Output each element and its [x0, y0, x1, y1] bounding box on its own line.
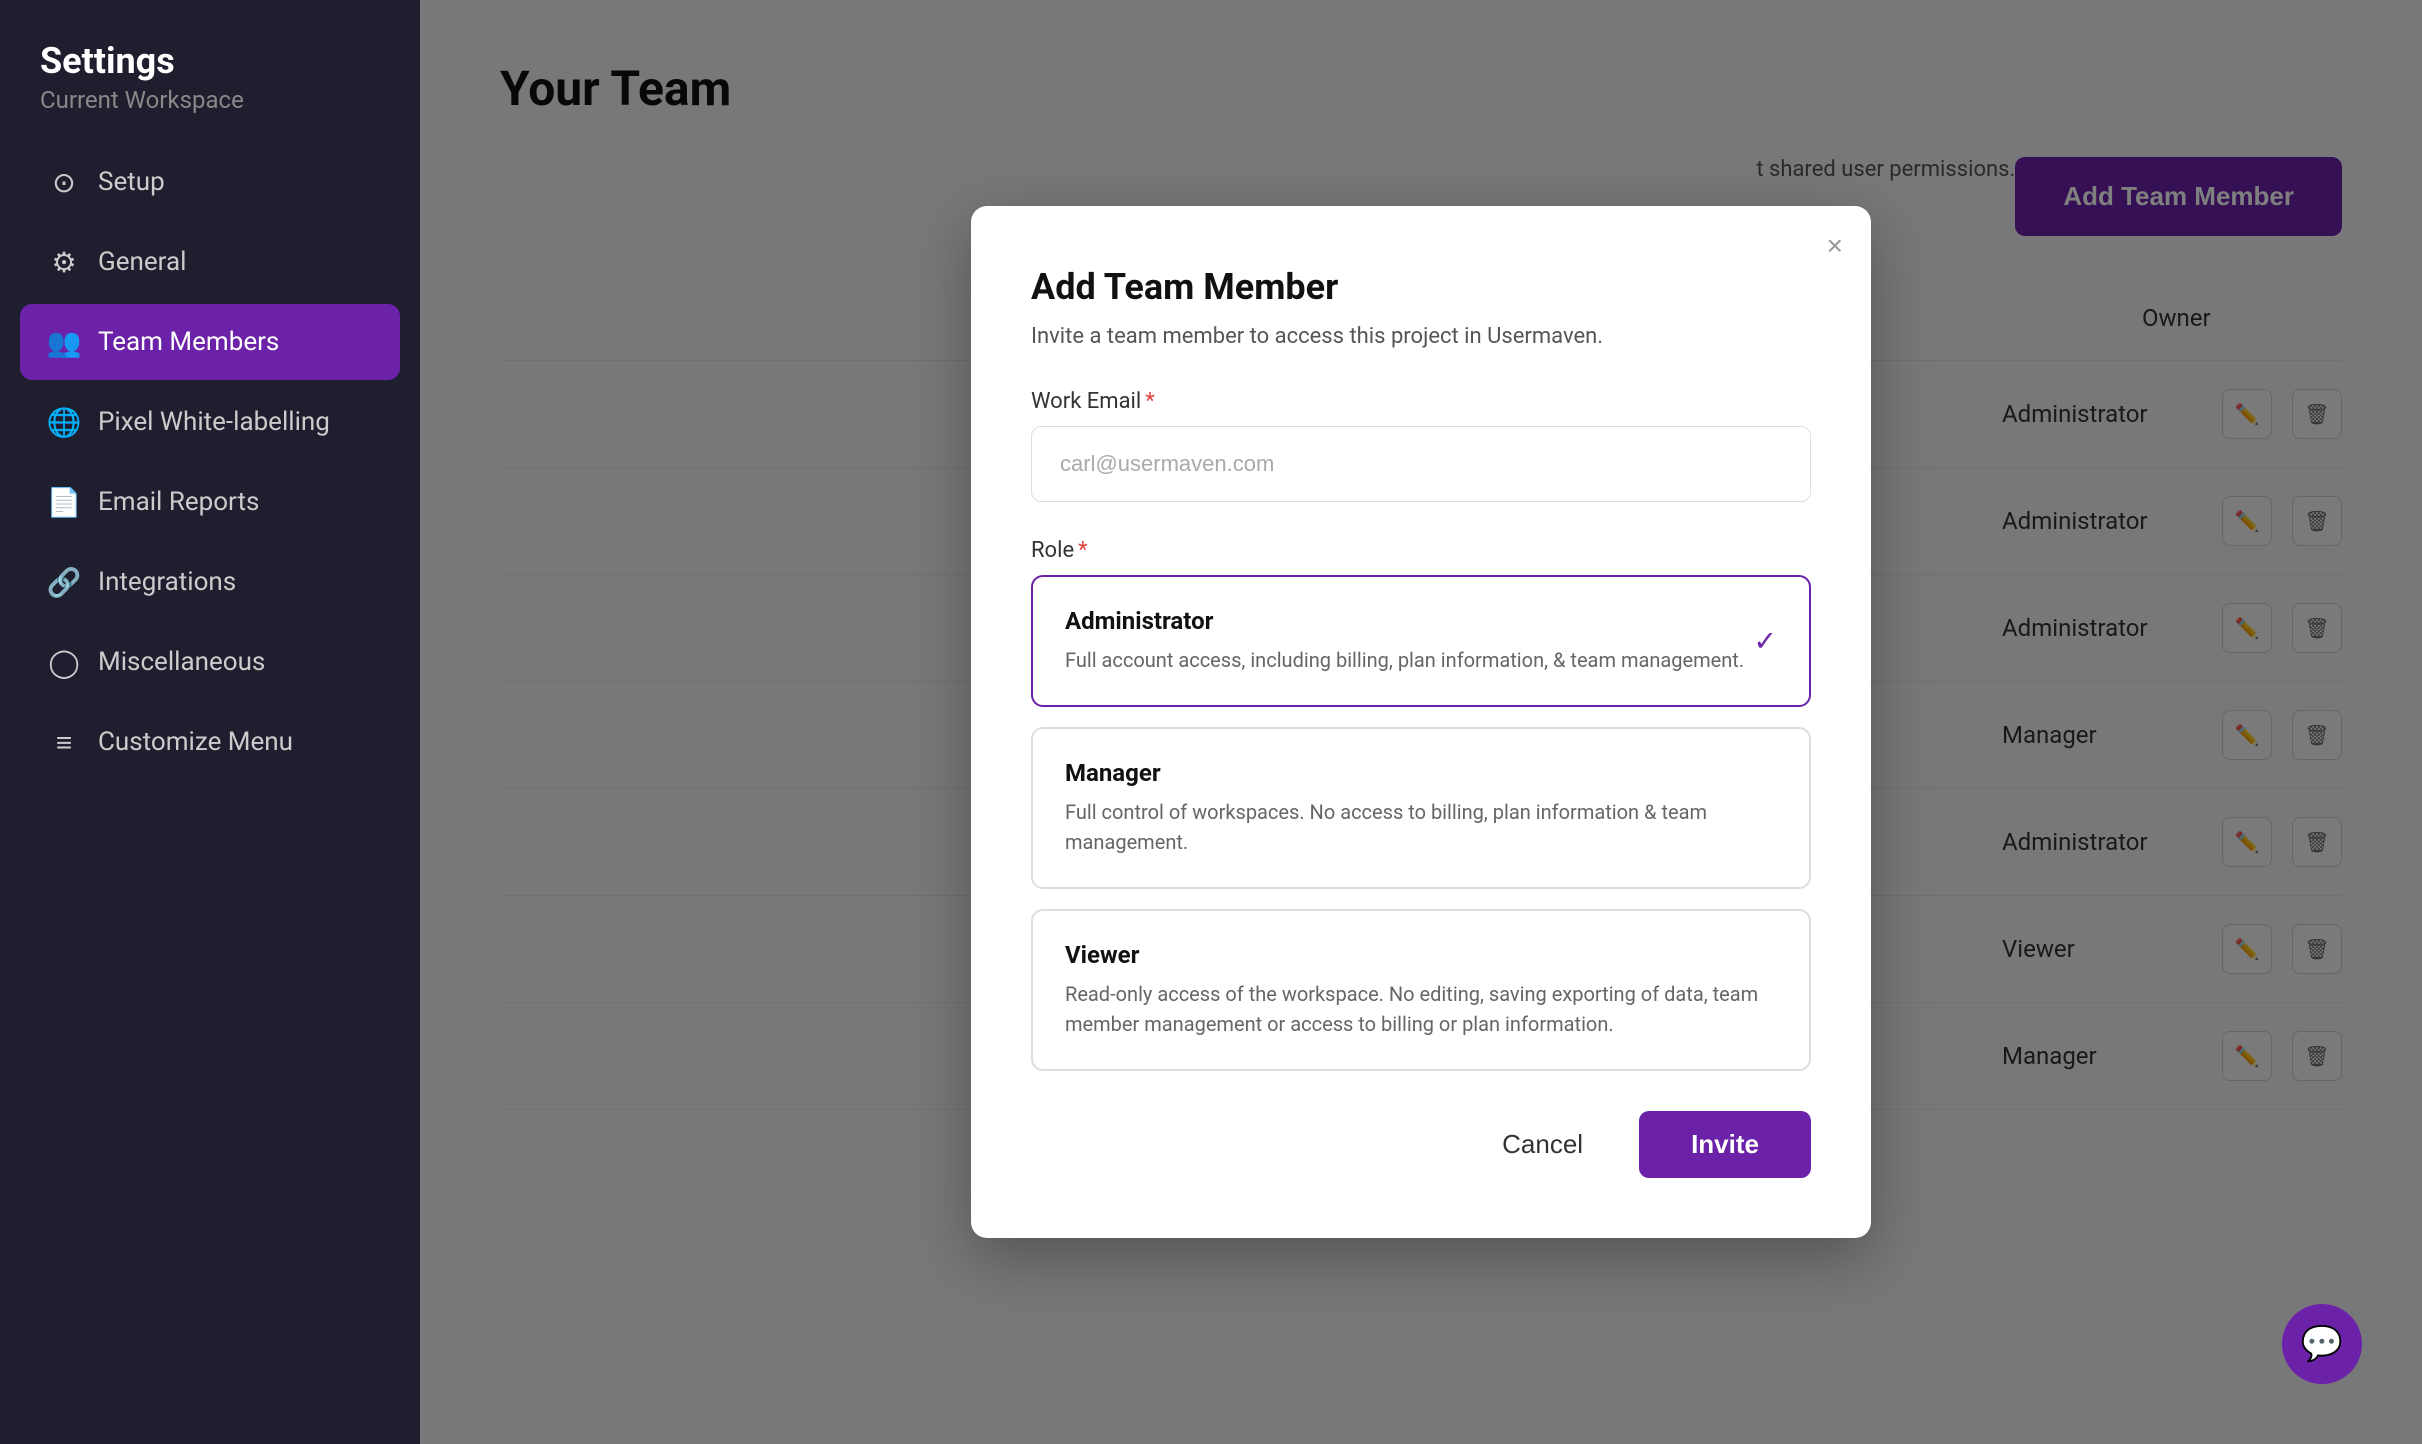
cancel-button[interactable]: Cancel	[1466, 1111, 1619, 1178]
sidebar-item-general[interactable]: ⚙ General	[20, 224, 400, 300]
dialog-title: Add Team Member	[1031, 266, 1811, 308]
sidebar-item-customize-menu[interactable]: ≡ Customize Menu	[20, 704, 400, 780]
work-email-label: Work Email*	[1031, 389, 1811, 414]
sidebar-item-integrations[interactable]: 🔗 Integrations	[20, 544, 400, 620]
sidebar-item-email-reports[interactable]: 📄 Email Reports	[20, 464, 400, 540]
main-content: Your Team t shared user permissions. Add…	[420, 0, 2422, 1444]
integrations-icon: 🔗	[48, 566, 80, 598]
team-members-icon: 👥	[48, 326, 80, 358]
sidebar-item-miscellaneous[interactable]: ◯ Miscellaneous	[20, 624, 400, 700]
role-title: Manager	[1065, 759, 1777, 787]
customize-menu-icon: ≡	[48, 726, 80, 758]
role-label-heading: Role*	[1031, 538, 1811, 563]
pixel-icon: 🌐	[48, 406, 80, 438]
sidebar-item-label: Customize Menu	[98, 727, 293, 757]
chat-icon: 💬	[2301, 1324, 2343, 1364]
email-reports-icon: 📄	[48, 486, 80, 518]
invite-button[interactable]: Invite	[1639, 1111, 1811, 1178]
sidebar-item-setup[interactable]: ⊙ Setup	[20, 144, 400, 220]
role-option-administrator[interactable]: Administrator Full account access, inclu…	[1031, 575, 1811, 707]
sidebar: Settings Current Workspace ⊙ Setup ⚙ Gen…	[0, 0, 420, 1444]
sidebar-item-pixel-whitelabelling[interactable]: 🌐 Pixel White-labelling	[20, 384, 400, 460]
chat-bubble-button[interactable]: 💬	[2282, 1304, 2362, 1384]
role-section: Role* Administrator Full account access,…	[1031, 538, 1811, 1071]
sidebar-item-label: Team Members	[98, 327, 279, 357]
sidebar-item-label: Integrations	[98, 567, 236, 597]
role-option-manager[interactable]: Manager Full control of workspaces. No a…	[1031, 727, 1811, 889]
general-icon: ⚙	[48, 246, 80, 278]
role-title: Viewer	[1065, 941, 1777, 969]
role-option-viewer[interactable]: Viewer Read-only access of the workspace…	[1031, 909, 1811, 1071]
sidebar-item-label: Miscellaneous	[98, 647, 265, 677]
role-description: Read-only access of the workspace. No ed…	[1065, 979, 1777, 1039]
role-title: Administrator	[1065, 607, 1777, 635]
dialog-subtitle: Invite a team member to access this proj…	[1031, 324, 1811, 349]
dialog-close-button[interactable]: ×	[1827, 230, 1843, 262]
sidebar-title: Settings	[40, 40, 380, 82]
sidebar-subtitle: Current Workspace	[40, 86, 380, 114]
work-email-input[interactable]	[1031, 426, 1811, 502]
sidebar-item-team-members[interactable]: 👥 Team Members	[20, 304, 400, 380]
miscellaneous-icon: ◯	[48, 646, 80, 678]
role-description: Full account access, including billing, …	[1065, 645, 1777, 675]
checkmark-icon: ✓	[1754, 625, 1777, 658]
setup-icon: ⊙	[48, 166, 80, 198]
dialog-footer: Cancel Invite	[1031, 1111, 1811, 1178]
add-team-member-dialog: × Add Team Member Invite a team member t…	[971, 206, 1871, 1238]
sidebar-header: Settings Current Workspace	[20, 40, 400, 144]
role-description: Full control of workspaces. No access to…	[1065, 797, 1777, 857]
sidebar-item-label: Setup	[98, 167, 165, 197]
sidebar-item-label: General	[98, 247, 186, 277]
sidebar-item-label: Email Reports	[98, 487, 259, 517]
sidebar-item-label: Pixel White-labelling	[98, 407, 330, 437]
sidebar-nav: ⊙ Setup ⚙ General 👥 Team Members 🌐 Pixel…	[20, 144, 400, 780]
dialog-overlay: × Add Team Member Invite a team member t…	[420, 0, 2422, 1444]
